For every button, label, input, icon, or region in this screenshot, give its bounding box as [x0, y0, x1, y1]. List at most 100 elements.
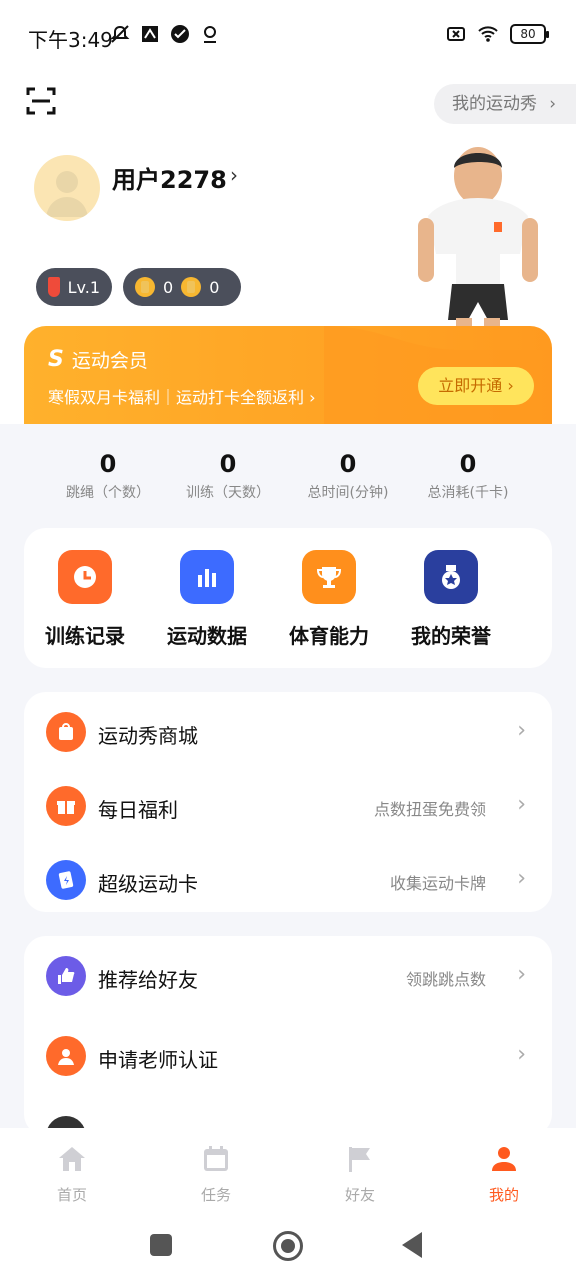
teacher-icon [46, 1036, 86, 1076]
stat-value: 0 [339, 450, 357, 478]
quick-label: 我的荣誉 [411, 624, 491, 648]
quick-my-honors[interactable]: 我的荣誉 [390, 528, 512, 668]
list-item-label: 超级运动卡 [98, 872, 198, 896]
stat-label: 总消耗(千卡) [427, 485, 509, 501]
nav-label: 任务 [200, 1186, 231, 1204]
quick-label: 运动数据 [167, 624, 247, 648]
coin-count: 0 [163, 277, 174, 297]
status-notification-icons [110, 24, 220, 44]
vip-title: 运动会员 [71, 350, 148, 372]
wifi-icon [478, 26, 498, 42]
bolt-coin-count: 0 [209, 277, 220, 297]
gift-icon [46, 786, 86, 826]
list-item-hint: 领跳跳点数 [405, 970, 486, 989]
list-item-recommend[interactable]: 推荐给好友 领跳跳点数 › [24, 938, 552, 1018]
profile-header: 下午3:49 80 我的运动秀 › 用户2278 › Lv.1 0 0 S 运动… [0, 0, 576, 424]
points-badge[interactable]: 0 0 [123, 268, 241, 306]
quick-training-records[interactable]: 训练记录 [24, 528, 146, 668]
chevron-right-icon: › [309, 388, 316, 407]
stat-value: 0 [99, 450, 117, 478]
avatar-figure[interactable] [400, 138, 550, 350]
sim-off-icon [447, 27, 465, 41]
vip-subtitle[interactable]: 寒假双月卡福利｜运动打卡全额返利 › [48, 384, 316, 408]
list-item-daily-welfare[interactable]: 每日福利 点数扭蛋免费领 › [24, 768, 552, 842]
chevron-right-icon: › [517, 866, 526, 891]
recent-apps-button[interactable] [150, 1234, 172, 1256]
back-button[interactable] [402, 1232, 422, 1258]
clock-icon [58, 550, 112, 604]
nav-tasks[interactable]: 任务 [144, 1128, 288, 1212]
nav-label: 好友 [344, 1186, 375, 1204]
bottom-nav: 首页 任务 好友 我的 [0, 1128, 576, 1212]
default-avatar-icon [46, 171, 88, 217]
list-item-teacher-cert[interactable]: 申请老师认证 › [24, 1018, 552, 1098]
quick-sports-data[interactable]: 运动数据 [146, 528, 268, 668]
coin-icon [135, 277, 155, 297]
chevron-right-icon: › [517, 792, 526, 817]
list-item-hint: 收集运动卡牌 [389, 874, 486, 893]
services-card: 运动秀商城 › 每日福利 点数扭蛋免费领 › 超级运动卡 收集运动卡牌 › [24, 692, 552, 912]
nav-label: 我的 [488, 1186, 519, 1204]
username[interactable]: 用户2278 [112, 160, 227, 195]
app-notification-icon [142, 26, 158, 42]
calendar-icon [204, 1146, 228, 1171]
nav-friends[interactable]: 好友 [288, 1128, 432, 1212]
status-bar: 下午3:49 80 [0, 0, 576, 72]
thumbs-up-icon [46, 956, 86, 996]
stat-label: 总时间(分钟) [307, 485, 389, 501]
location-icon [204, 26, 216, 43]
chevron-right-icon: › [517, 718, 526, 743]
chevron-right-icon: › [517, 1042, 526, 1067]
bar-chart-icon [180, 550, 234, 604]
stat-training-days[interactable]: 0 训练（天数） [168, 450, 288, 510]
my-sports-show-button[interactable]: 我的运动秀 › [434, 84, 576, 124]
scan-icon[interactable] [26, 86, 56, 116]
vip-activate-button[interactable]: 立即开通 › [418, 367, 534, 405]
list-item-label: 每日福利 [98, 798, 178, 822]
chevron-right-icon: › [517, 962, 526, 987]
quick-label: 训练记录 [45, 624, 125, 648]
quick-label: 体育能力 [289, 624, 369, 648]
stat-calories[interactable]: 0 总消耗(千卡) [408, 450, 528, 510]
home-button[interactable] [273, 1231, 303, 1261]
list-item-shop[interactable]: 运动秀商城 › [24, 694, 552, 768]
stat-jump-rope[interactable]: 0 跳绳（个数） [48, 450, 168, 510]
mute-icon [110, 25, 130, 43]
avatar[interactable] [34, 155, 100, 221]
person-icon [492, 1147, 516, 1171]
chevron-right-icon: › [549, 94, 556, 114]
shop-icon [46, 712, 86, 752]
stat-label: 训练（天数） [186, 485, 270, 501]
more-card: 推荐给好友 领跳跳点数 › 申请老师认证 › 帮助与反馈 › [24, 936, 552, 1136]
card-icon [46, 860, 86, 900]
vip-title-row: S 运动会员 [48, 346, 148, 373]
list-item-label: 推荐给好友 [98, 968, 198, 992]
battery-icon: 80 [510, 24, 549, 44]
list-item-super-card[interactable]: 超级运动卡 收集运动卡牌 › [24, 842, 552, 916]
medal-icon [424, 550, 478, 604]
sport-plus-logo-icon: S [48, 347, 64, 372]
nav-me[interactable]: 我的 [432, 1128, 576, 1212]
trophy-icon [302, 550, 356, 604]
status-system-icons: 80 [446, 24, 549, 44]
stat-label: 跳绳（个数） [66, 485, 150, 501]
stat-value: 0 [219, 450, 237, 478]
nav-home[interactable]: 首页 [0, 1128, 144, 1212]
my-sports-show-label: 我的运动秀 [452, 94, 537, 114]
chevron-right-icon[interactable]: › [230, 163, 238, 187]
level-text: Lv.1 [67, 277, 100, 297]
flag-icon [349, 1147, 370, 1172]
list-item-label: 运动秀商城 [98, 724, 198, 748]
list-item-hint: 点数扭蛋免费领 [373, 800, 486, 819]
quick-sports-ability[interactable]: 体育能力 [268, 528, 390, 668]
quick-actions-card: 训练记录 运动数据 体育能力 我的荣誉 [24, 528, 552, 668]
stats-row: 0 跳绳（个数） 0 训练（天数） 0 总时间(分钟) 0 总消耗(千卡) [48, 450, 528, 510]
home-icon [59, 1147, 85, 1171]
stat-total-time[interactable]: 0 总时间(分钟) [288, 450, 408, 510]
level-badge[interactable]: Lv.1 [36, 268, 112, 306]
status-time: 下午3:49 [28, 28, 113, 52]
list-item-label: 申请老师认证 [98, 1048, 218, 1072]
vip-banner[interactable]: S 运动会员 寒假双月卡福利｜运动打卡全额返利 › 立即开通 › [24, 326, 552, 424]
check-circle-icon [171, 25, 189, 43]
bolt-coin-icon [181, 277, 202, 297]
